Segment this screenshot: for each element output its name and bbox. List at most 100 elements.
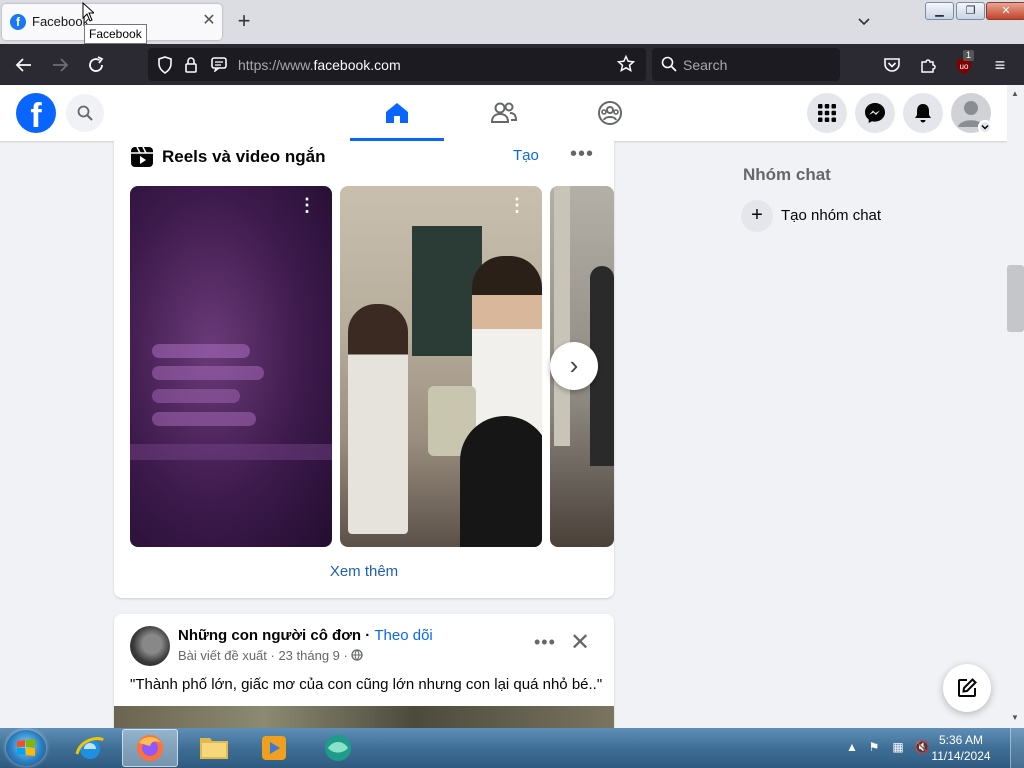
reels-title: Reels và video ngắn <box>162 147 326 166</box>
clock-time: 5:36 AM <box>938 733 984 747</box>
compose-edit-icon <box>958 678 977 697</box>
network-icon[interactable]: ▦ <box>890 740 906 756</box>
search-icon <box>661 56 677 75</box>
forward-arrow-icon[interactable] <box>47 52 73 78</box>
grid-menu-icon <box>818 104 836 122</box>
extension-badge: 1 <box>963 50 975 61</box>
new-message-button[interactable] <box>943 664 991 712</box>
show-hidden-icons-icon[interactable]: ▲ <box>844 740 860 756</box>
public-globe-icon <box>351 649 364 661</box>
browser-navigation-bar: https://www.facebook.com Search uo 1 ≡ <box>0 44 1024 85</box>
create-reel-link[interactable]: Tạo <box>513 147 539 164</box>
lock-icon[interactable] <box>184 56 198 77</box>
browser-tab-strip: f Facebook ✕ + ▁ ❐ ✕ <box>0 0 1024 44</box>
taskbar-internet-explorer-icon[interactable] <box>62 729 118 767</box>
post-author-avatar[interactable] <box>130 626 170 666</box>
home-icon <box>386 103 408 123</box>
mouse-cursor-icon <box>82 2 94 22</box>
post-more-options-button[interactable]: ••• <box>534 632 556 653</box>
close-tab-icon[interactable]: ✕ <box>200 12 218 30</box>
menu-grid-button[interactable] <box>807 93 847 133</box>
permissions-icon[interactable] <box>210 56 228 75</box>
follow-link[interactable]: Theo dõi <box>374 627 432 644</box>
show-desktop-button[interactable] <box>1010 728 1024 768</box>
reels-icon <box>130 146 154 171</box>
url-text[interactable]: https://www.facebook.com <box>238 57 401 73</box>
friends-icon <box>490 102 518 123</box>
search-placeholder: Search <box>683 57 728 73</box>
reels-next-chevron-right-icon[interactable]: › <box>550 342 598 390</box>
bookmark-star-icon[interactable] <box>616 54 636 76</box>
reel-chat-bubble <box>152 344 250 358</box>
post-text: "Thành phố lớn, giấc mơ của con cũng lớn… <box>130 676 603 693</box>
ublock-origin-icon[interactable]: uo 1 <box>951 50 977 78</box>
account-chevron-down-icon <box>978 120 992 134</box>
post-author-line: Những con người cô đơn · Theo dõi <box>178 627 433 644</box>
reel-chat-bubble <box>152 366 264 380</box>
page-scrollbar-track[interactable]: ▲ ▼ <box>1007 85 1024 728</box>
pocket-icon[interactable] <box>879 52 905 78</box>
taskbar-clock[interactable]: 5:36 AM 11/14/2024 <box>928 732 994 764</box>
restore-window-button[interactable]: ❐ <box>956 2 985 20</box>
tab-home[interactable] <box>350 85 444 141</box>
web-search-input[interactable]: Search <box>652 48 840 81</box>
url-domain: facebook.com <box>313 57 401 73</box>
reel-more-options-icon[interactable]: ⋮ <box>508 196 526 218</box>
reel-person <box>348 304 408 534</box>
list-all-tabs-chevron-down-icon[interactable] <box>852 10 876 34</box>
page-scrollbar-thumb[interactable] <box>1007 265 1024 332</box>
plus-icon: + <box>741 200 773 232</box>
messenger-button[interactable] <box>855 93 895 133</box>
groups-icon <box>598 101 622 125</box>
see-more-reels-link[interactable]: Xem thêm <box>114 563 614 580</box>
facebook-favicon-icon: f <box>10 14 26 30</box>
reel-door-frame <box>554 186 570 446</box>
tracking-protection-shield-icon[interactable] <box>157 56 173 77</box>
reel-foreground-head <box>460 416 542 547</box>
bell-icon <box>915 104 931 123</box>
facebook-logo-icon[interactable]: f <box>16 93 56 133</box>
tab-tooltip: Facebook <box>84 24 147 44</box>
notifications-button[interactable] <box>903 93 943 133</box>
taskbar-firefox-icon[interactable] <box>122 729 178 767</box>
reload-icon[interactable] <box>83 52 109 78</box>
reel-thumbnail[interactable]: ⋮ <box>130 186 332 547</box>
clock-date: 11/14/2024 <box>931 749 991 763</box>
reel-more-options-icon[interactable]: ⋮ <box>298 196 316 218</box>
action-center-flag-icon[interactable]: ⚑ <box>866 740 882 756</box>
facebook-header: f <box>0 85 1007 141</box>
close-window-button[interactable]: ✕ <box>986 2 1024 20</box>
scroll-up-icon[interactable]: ▲ <box>1011 89 1019 98</box>
scroll-down-icon[interactable]: ▼ <box>1011 713 1019 722</box>
address-bar[interactable]: https://www.facebook.com <box>148 48 646 81</box>
back-arrow-icon[interactable] <box>11 52 37 78</box>
post-author-name[interactable]: Những con người cô đơn <box>178 627 361 644</box>
messenger-icon <box>865 103 885 123</box>
start-button-windows-icon[interactable] <box>6 730 46 766</box>
reel-input-bar <box>130 444 332 460</box>
tab-friends[interactable] <box>456 85 550 141</box>
reel-thumbnail[interactable]: ⋮ <box>340 186 542 547</box>
tab-groups[interactable] <box>562 85 656 141</box>
new-tab-button[interactable]: + <box>232 10 256 34</box>
taskbar-file-explorer-icon[interactable] <box>186 729 242 767</box>
svg-text:uo: uo <box>960 62 969 71</box>
taskbar-app-icon[interactable] <box>310 729 366 767</box>
hide-post-close-icon[interactable]: ✕ <box>568 628 592 657</box>
create-group-chat-button[interactable]: + Tạo nhóm chat <box>741 200 941 232</box>
post-author-separator: · <box>361 627 375 644</box>
tab-title: Facebook <box>32 14 90 29</box>
reels-more-options-button[interactable]: ••• <box>570 143 594 166</box>
post-meta-text: Bài viết đề xuất · 23 tháng 9 · <box>178 648 352 663</box>
extensions-puzzle-icon[interactable] <box>915 52 941 78</box>
minimize-window-button[interactable]: ▁ <box>925 2 954 20</box>
account-avatar-button[interactable] <box>951 93 992 134</box>
group-chat-heading: Nhóm chat <box>743 165 831 184</box>
create-group-chat-label: Tạo nhóm chat <box>781 207 882 224</box>
post-meta: Bài viết đề xuất · 23 tháng 9 · <box>178 648 364 663</box>
hamburger-menu-icon[interactable]: ≡ <box>987 52 1013 78</box>
reel-chat-bubble <box>152 412 256 426</box>
windows-taskbar: ▲ ⚑ ▦ 🔇 5:36 AM 11/14/2024 <box>0 728 1024 768</box>
facebook-search-icon[interactable] <box>66 94 104 132</box>
taskbar-media-player-icon[interactable] <box>246 729 302 767</box>
